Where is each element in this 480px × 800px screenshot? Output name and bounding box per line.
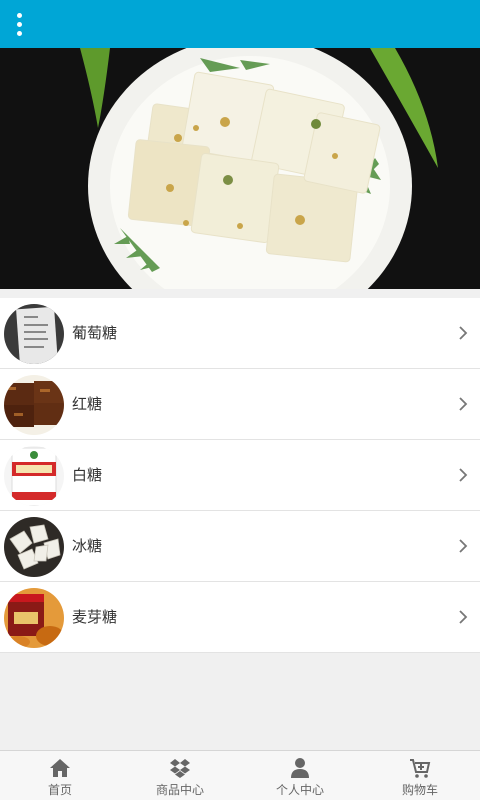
category-label: 麦芽糖	[72, 608, 118, 626]
top-bar	[0, 0, 480, 48]
rock-sugar-thumb	[4, 517, 64, 577]
category-item-glucose[interactable]: 葡萄糖	[0, 298, 480, 369]
tab-label: 首页	[47, 783, 72, 797]
category-item-brown-sugar[interactable]: 红糖	[0, 369, 480, 440]
category-label: 红糖	[72, 395, 103, 413]
tab-home[interactable]: 首页	[0, 751, 120, 800]
chevron-right-icon	[459, 326, 468, 340]
bottom-tab-bar: 首页 商品中心 个人中心 购物车	[0, 750, 480, 800]
tab-label: 商品中心	[155, 783, 204, 797]
tab-label: 个人中心	[275, 783, 324, 797]
user-icon	[291, 758, 309, 778]
chevron-right-icon	[459, 468, 468, 482]
tab-label: 购物车	[401, 783, 438, 797]
category-label: 白糖	[72, 466, 103, 484]
category-label: 葡萄糖	[72, 324, 118, 342]
banner-carousel[interactable]	[0, 48, 480, 289]
chevron-right-icon	[459, 610, 468, 624]
category-list: 葡萄糖 红糖 白糖 冰糖 麦芽糖	[0, 298, 480, 653]
dropbox-icon	[170, 759, 190, 778]
home-icon	[50, 759, 70, 777]
banner-image	[0, 48, 480, 289]
more-vertical-icon[interactable]	[8, 8, 30, 40]
chevron-right-icon	[459, 539, 468, 553]
chevron-right-icon	[459, 397, 468, 411]
category-item-maltose[interactable]: 麦芽糖	[0, 582, 480, 653]
brown-sugar-thumb	[4, 375, 64, 435]
glucose-thumb	[4, 304, 64, 364]
tab-profile[interactable]: 个人中心	[240, 751, 360, 800]
maltose-thumb	[4, 588, 64, 648]
category-item-white-sugar[interactable]: 白糖	[0, 440, 480, 511]
white-sugar-thumb	[4, 446, 64, 506]
cart-icon	[410, 759, 431, 778]
tab-cart[interactable]: 购物车	[360, 751, 480, 800]
tab-products[interactable]: 商品中心	[120, 751, 240, 800]
category-item-rock-sugar[interactable]: 冰糖	[0, 511, 480, 582]
category-label: 冰糖	[72, 537, 103, 555]
